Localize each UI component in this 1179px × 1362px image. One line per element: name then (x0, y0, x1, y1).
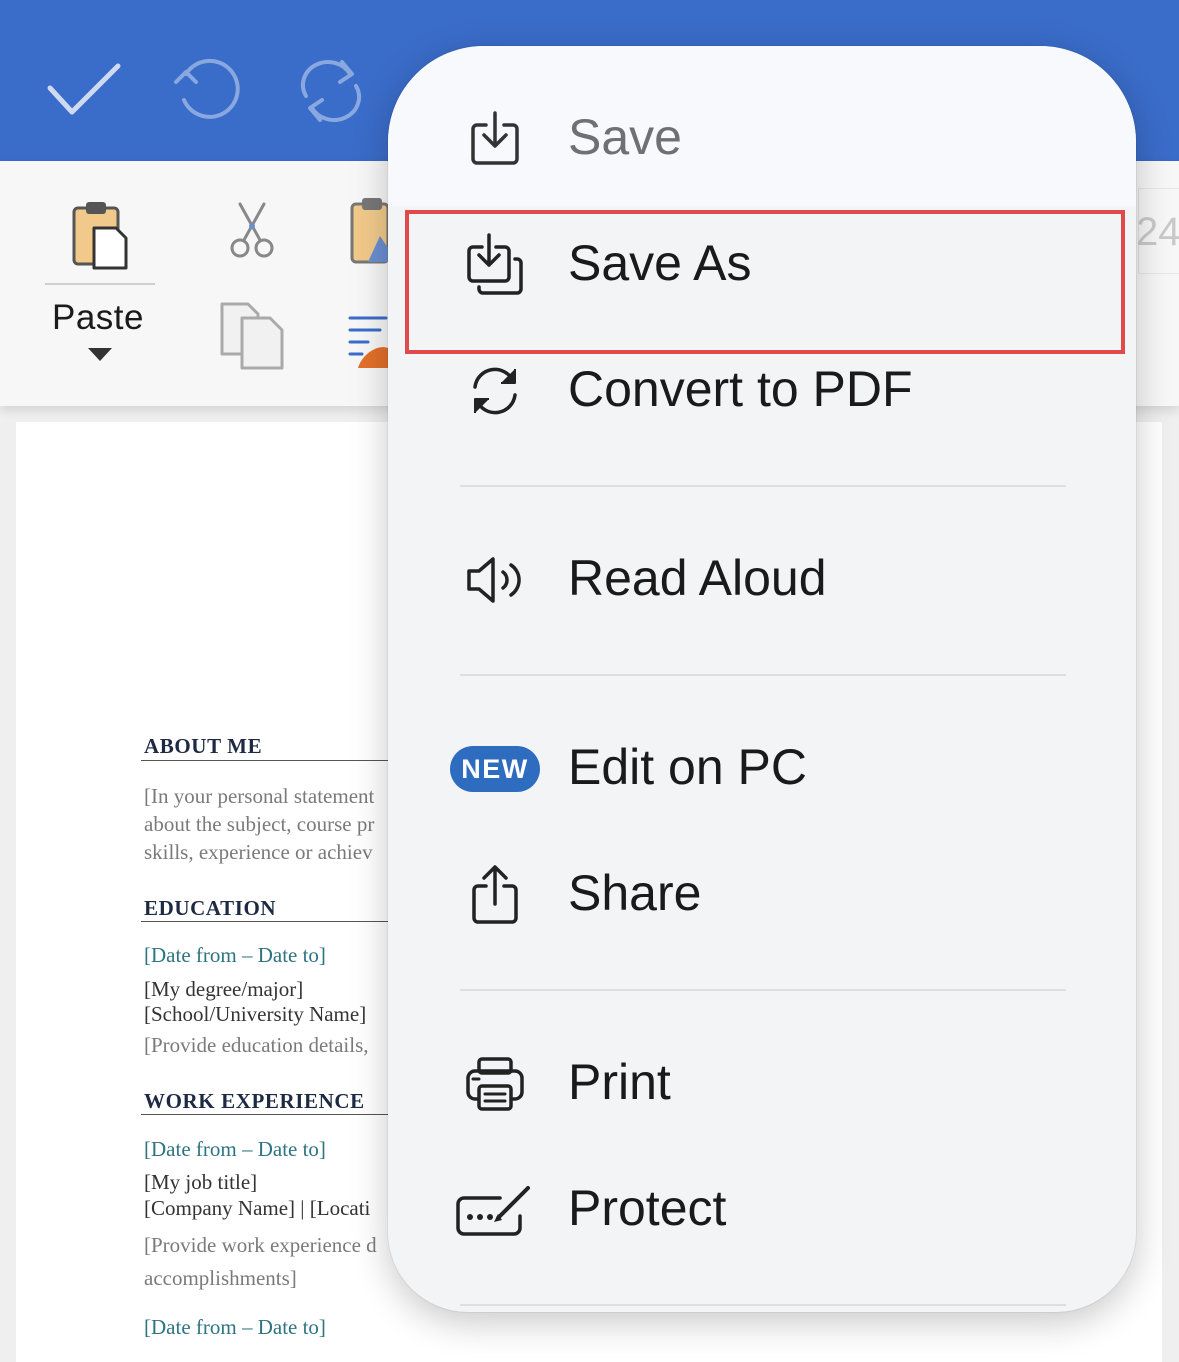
edu-degree: [My degree/major] (144, 977, 304, 1001)
edu-date: [Date from – Date to] (144, 943, 326, 967)
menu-item-print[interactable]: Print (388, 1023, 1136, 1143)
new-badge: NEW (450, 734, 540, 804)
about-line-3: skills, experience or achiev (144, 840, 373, 864)
speaker-icon (460, 545, 530, 615)
save-icon (460, 104, 530, 174)
printer-icon (460, 1049, 530, 1119)
work-heading: WORK EXPERIENCE (144, 1089, 365, 1113)
menu-item-read-aloud[interactable]: Read Aloud (388, 519, 1136, 639)
edu-details: [Provide education details, (144, 1033, 369, 1057)
undo-icon[interactable] (170, 52, 244, 131)
menu-item-label: Convert to PDF (568, 361, 913, 417)
menu-separator (460, 485, 1066, 487)
about-line-2: about the subject, course pr (144, 812, 375, 836)
menu-item-protect[interactable]: Protect (388, 1149, 1136, 1269)
menu-item-label: Share (568, 865, 702, 921)
new-badge-text: NEW (450, 746, 540, 792)
menu-separator (460, 989, 1066, 991)
paste-button[interactable]: Paste (52, 298, 144, 338)
copy-icon[interactable] (218, 300, 288, 377)
menu-item-label: Save (568, 109, 682, 165)
menu-item-save[interactable]: Save (388, 78, 1136, 198)
menu-item-label: Edit on PC (568, 739, 808, 795)
convert-icon (460, 356, 530, 426)
share-icon (460, 860, 530, 930)
menu-separator (460, 1304, 1066, 1306)
paste-icon[interactable] (70, 200, 130, 277)
work-accomplishments: accomplishments] (144, 1266, 297, 1290)
format-painter-icon[interactable] (348, 196, 390, 271)
about-heading: ABOUT ME (144, 734, 263, 758)
redo-icon[interactable] (292, 52, 370, 135)
menu-separator (460, 674, 1066, 676)
work-date-2: [Date from – Date to] (144, 1315, 326, 1339)
menu-item-edit-on-pc[interactable]: NEW Edit on PC (388, 708, 1136, 828)
paste-divider (45, 283, 155, 285)
menu-item-label: Print (568, 1054, 671, 1110)
work-details: [Provide work experience d (144, 1233, 377, 1257)
work-company: [Company Name] | [Locati (144, 1196, 371, 1220)
checkmark-icon[interactable] (46, 52, 122, 127)
scissors-icon[interactable] (228, 202, 276, 265)
paste-dropdown-icon[interactable] (88, 348, 112, 361)
edu-school: [School/University Name] (144, 1002, 367, 1026)
menu-item-label: Protect (568, 1180, 727, 1236)
work-date: [Date from – Date to] (144, 1137, 326, 1161)
education-heading: EDUCATION (144, 896, 277, 920)
menu-item-label: Read Aloud (568, 550, 827, 606)
menu-item-share[interactable]: Share (388, 834, 1136, 954)
save-as-highlight-box (405, 210, 1125, 354)
font-size-value[interactable]: 24 (1136, 210, 1179, 255)
work-title: [My job title] (144, 1170, 258, 1194)
styles-icon[interactable] (348, 314, 388, 375)
protect-icon (454, 1175, 534, 1245)
about-line-1: [In your personal statement (144, 784, 375, 808)
